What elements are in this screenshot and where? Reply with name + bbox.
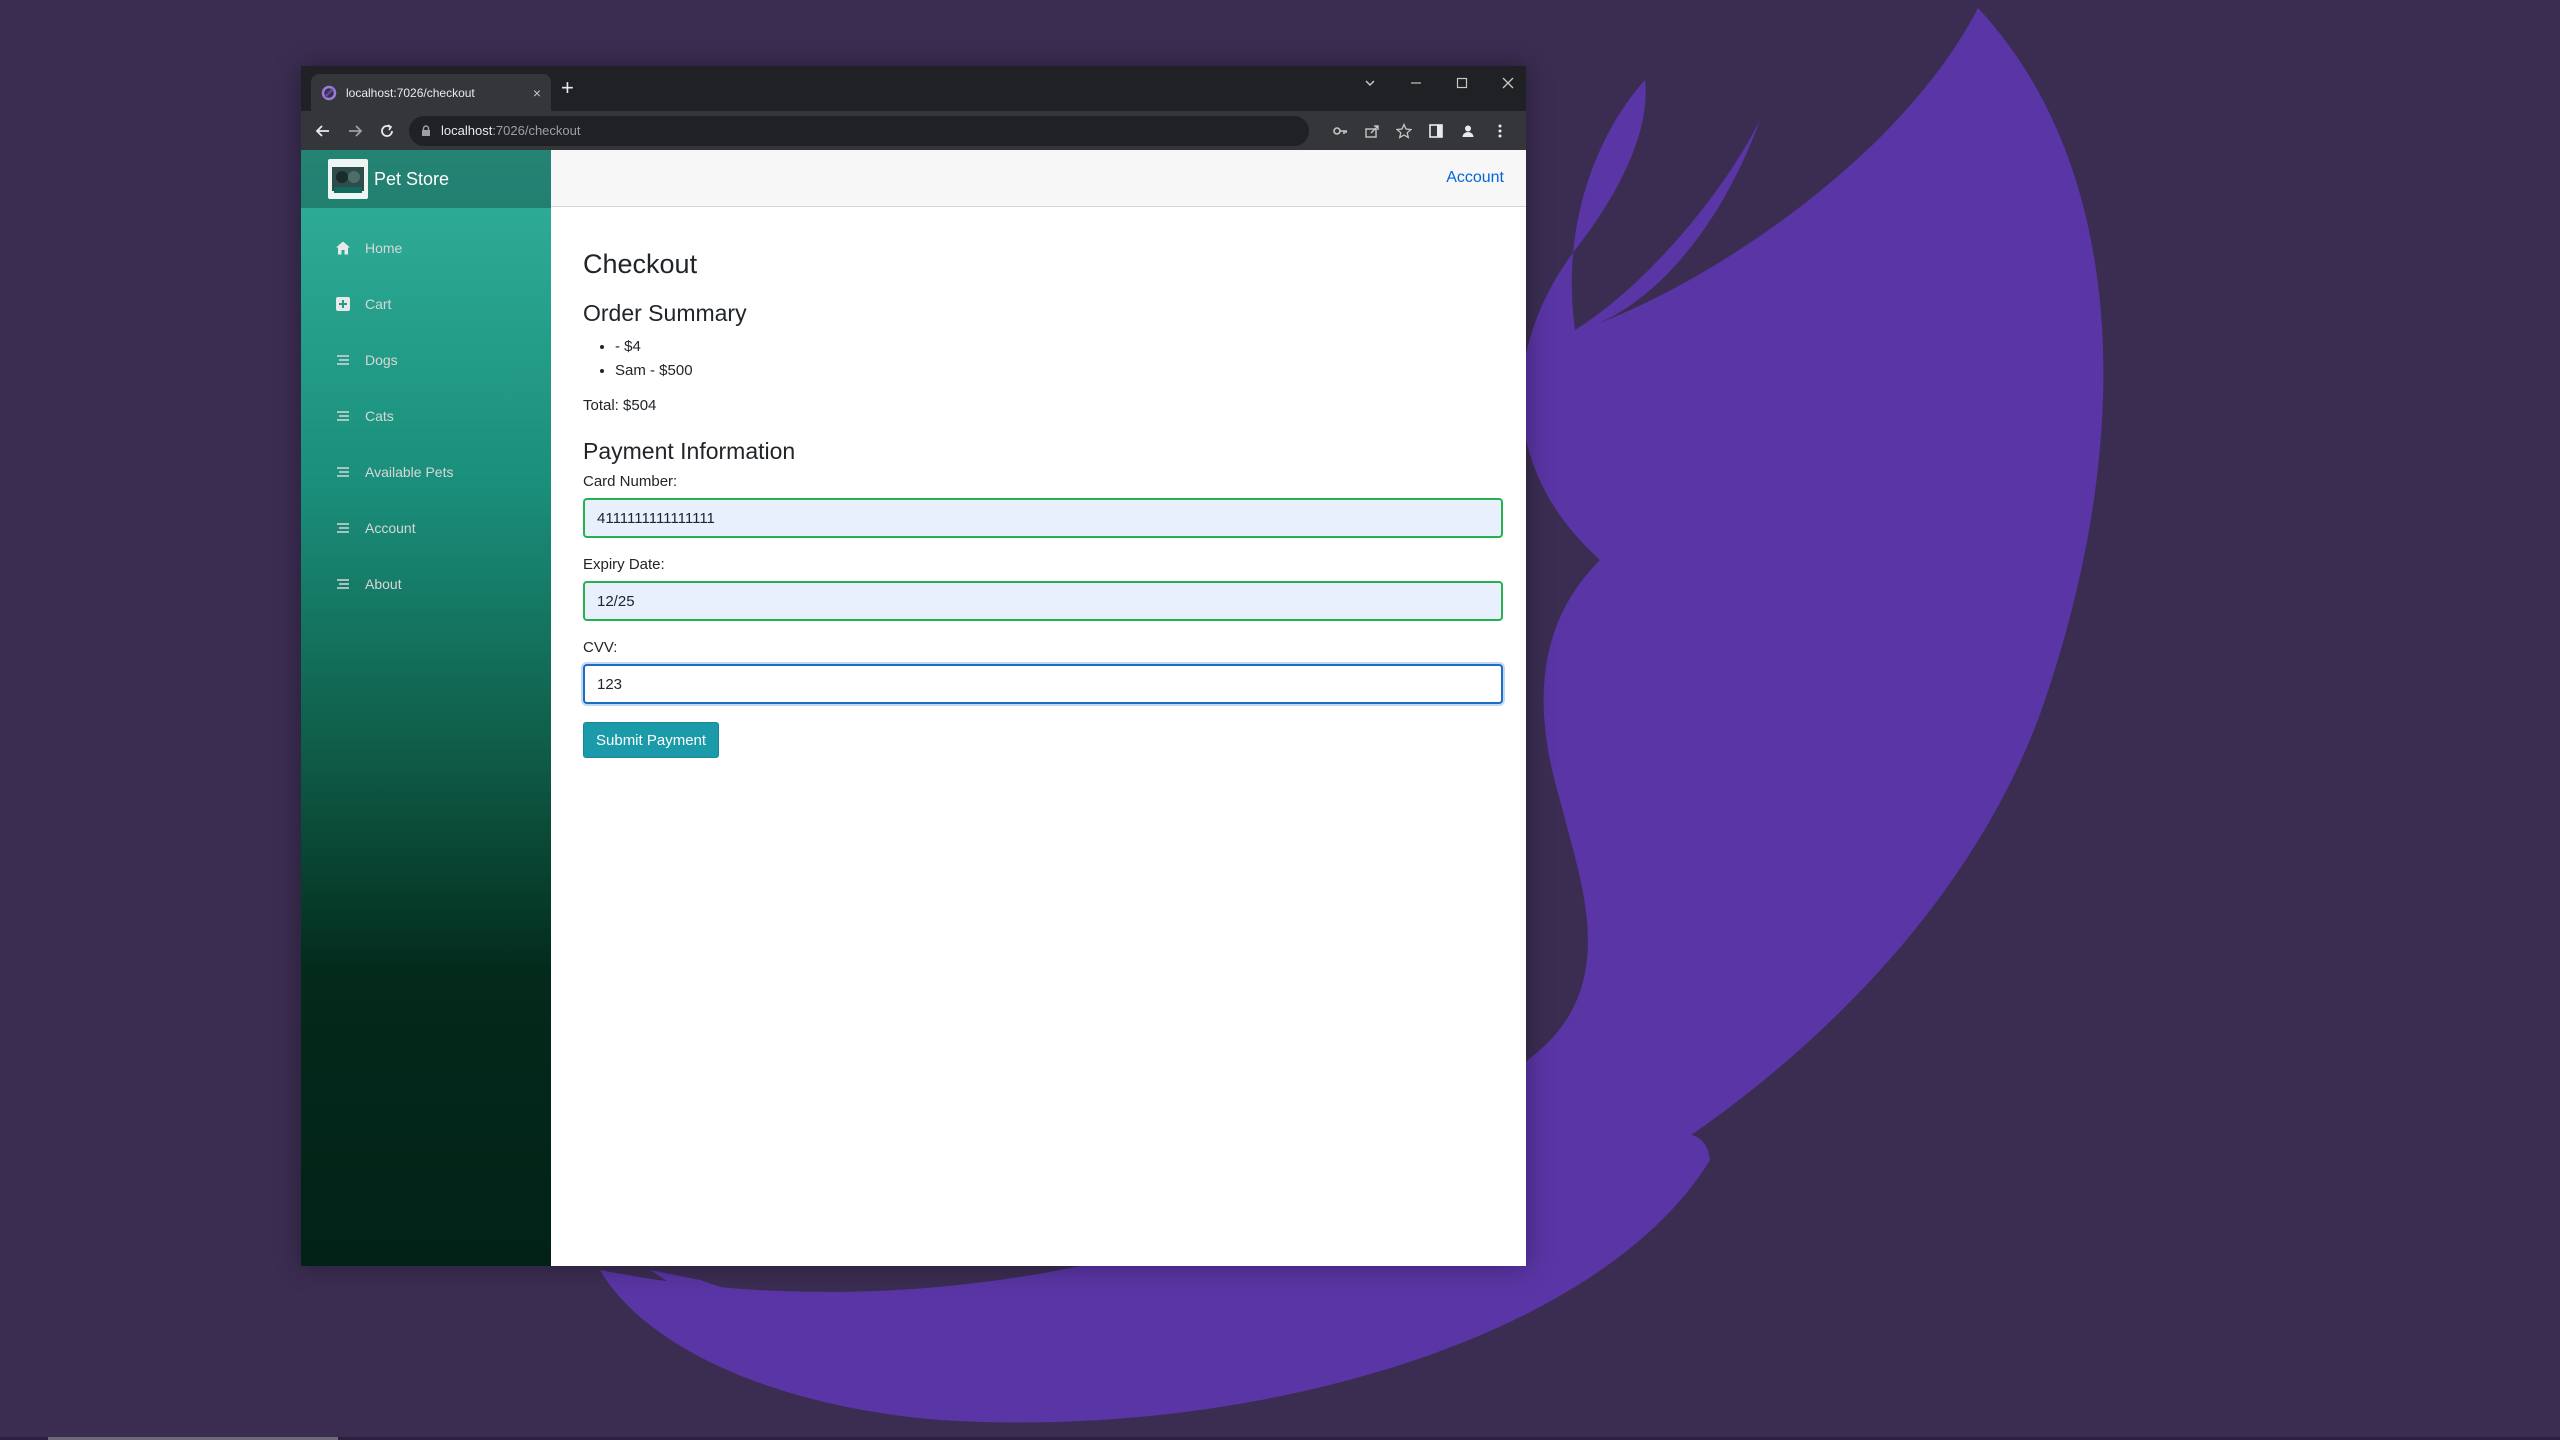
maximize-icon[interactable] [1452,76,1472,93]
new-tab-button[interactable]: + [561,77,574,99]
sidebar-item-label: Account [365,520,416,536]
plus-square-icon [333,294,353,314]
address-bar[interactable]: localhost:7026/checkout [409,115,1309,146]
sidebar-item-cart[interactable]: Cart [317,282,535,326]
kebab-menu-icon[interactable] [1484,123,1516,139]
tab-search-chevron-icon[interactable] [1360,76,1380,93]
lock-icon[interactable] [421,124,431,137]
sidebar-item-label: About [365,576,402,592]
cvv-input[interactable] [583,664,1503,704]
sidebar-item-cats[interactable]: Cats [317,394,535,438]
cvv-label: CVV: [583,639,618,656]
home-icon [333,238,353,258]
browser-toolbar: localhost:7026/checkout [301,111,1526,150]
sidebar-item-label: Cart [365,296,392,312]
blazor-favicon-icon [321,85,337,101]
list-item: Sam - $500 [615,359,1504,383]
sidebar-item-available-pets[interactable]: Available Pets [317,450,535,494]
payment-information-heading: Payment Information [583,438,796,464]
list-icon [333,574,353,594]
bookmark-star-icon[interactable] [1388,122,1420,139]
sidebar: Pet Store Home Cart Dogs Cats Available … [301,150,551,1266]
order-summary-list: - $4 Sam - $500 [615,335,1504,383]
password-key-icon[interactable] [1324,123,1356,139]
sidebar-brand[interactable]: Pet Store [301,150,551,208]
page-viewport: Pet Store Home Cart Dogs Cats Available … [301,150,1526,1266]
order-summary-heading: Order Summary [583,300,747,326]
side-panel-icon[interactable] [1420,123,1452,139]
back-arrow-icon[interactable] [307,115,339,147]
sidebar-item-label: Dogs [365,352,398,368]
tab-title: localhost:7026/checkout [346,85,475,100]
reload-icon[interactable] [371,115,403,147]
sidebar-item-account[interactable]: Account [317,506,535,550]
account-link[interactable]: Account [1446,169,1504,187]
submit-payment-button[interactable]: Submit Payment [583,722,720,758]
expiry-date-input[interactable] [583,581,1503,621]
top-row: Account [551,150,1526,207]
minimize-icon[interactable] [1406,76,1426,93]
share-icon[interactable] [1356,123,1388,139]
order-total: Total: $504 [583,397,657,414]
sidebar-item-label: Home [365,240,403,256]
list-icon [333,518,353,538]
forward-arrow-icon[interactable] [339,115,371,147]
card-number-label: Card Number: [583,473,678,490]
profile-avatar-icon[interactable] [1452,123,1484,139]
browser-tab[interactable]: localhost:7026/checkout × [311,74,551,111]
browser-titlebar: localhost:7026/checkout × + [301,66,1526,111]
url-host: localhost [441,123,493,138]
main-content: Account Checkout Order Summary - $4 Sam … [551,150,1526,1266]
card-number-input[interactable] [583,498,1503,538]
sidebar-nav: Home Cart Dogs Cats Available Pets Accou… [301,208,551,606]
tab-close-icon[interactable]: × [533,85,541,101]
checkout-page: Checkout Order Summary - $4 Sam - $500 T… [551,207,1526,758]
url-path: :7026/checkout [492,123,581,138]
expiry-date-label: Expiry Date: [583,556,665,573]
browser-window: localhost:7026/checkout × + localhost:7… [301,66,1526,1266]
list-icon [333,462,353,482]
list-icon [333,406,353,426]
sidebar-item-home[interactable]: Home [317,226,535,270]
sidebar-item-about[interactable]: About [317,562,535,606]
page-title: Checkout [583,249,698,279]
close-window-icon[interactable] [1498,76,1518,93]
list-icon [333,350,353,370]
list-item: - $4 [615,335,1504,359]
sidebar-item-dogs[interactable]: Dogs [317,338,535,382]
brand-name: Pet Store [374,168,450,189]
pet-store-logo-icon [328,159,368,199]
sidebar-item-label: Cats [365,408,394,424]
sidebar-item-label: Available Pets [365,464,454,480]
